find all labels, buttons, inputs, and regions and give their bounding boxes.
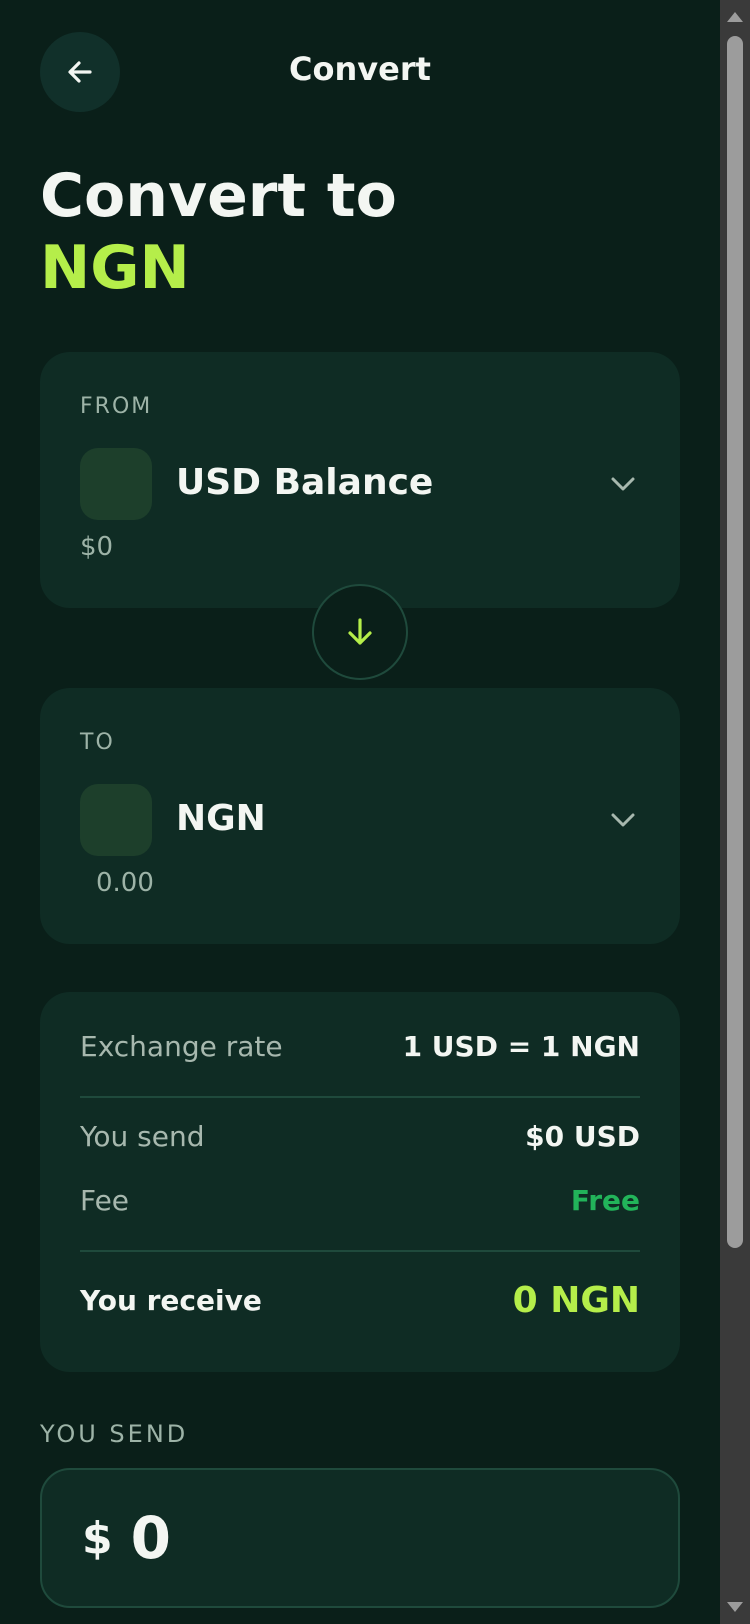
fee-value: Free bbox=[570, 1184, 640, 1217]
divider bbox=[80, 1250, 640, 1252]
divider bbox=[80, 1096, 640, 1098]
from-asset-select[interactable]: USD Balance bbox=[176, 462, 433, 503]
summary-card: Exchange rate 1 USD = 1 NGN You send $0 … bbox=[40, 992, 680, 1372]
fee-label: Fee bbox=[80, 1184, 130, 1217]
chevron-down-icon[interactable] bbox=[608, 810, 638, 830]
from-card: FROM USD Balance $0 bbox=[40, 352, 680, 608]
to-label: TO bbox=[80, 730, 115, 755]
fee-row: Fee Free bbox=[80, 1184, 640, 1217]
amount-value: 0 bbox=[130, 1504, 171, 1572]
to-asset-select[interactable]: NGN bbox=[176, 798, 266, 839]
you-receive-row: You receive 0 NGN bbox=[80, 1280, 640, 1321]
usd-balance-icon bbox=[80, 448, 152, 520]
you-receive-value: 0 NGN bbox=[512, 1280, 640, 1321]
scrollbar[interactable] bbox=[720, 0, 750, 1624]
you-receive-label: You receive bbox=[80, 1284, 262, 1317]
amount-input[interactable]: $ 0 bbox=[40, 1468, 680, 1608]
scrollbar-thumb[interactable] bbox=[727, 36, 743, 1248]
exchange-rate-row: Exchange rate 1 USD = 1 NGN bbox=[80, 1030, 640, 1063]
to-amount: 0.00 bbox=[96, 868, 154, 898]
convert-screen: Convert Convert to NGN FROM USD Balance … bbox=[0, 0, 720, 1624]
you-send-label: You send bbox=[80, 1120, 205, 1153]
from-amount: $0 bbox=[80, 532, 114, 562]
hero-target-currency: NGN bbox=[40, 233, 190, 303]
ngn-icon bbox=[80, 784, 152, 856]
you-send-row: You send $0 USD bbox=[80, 1120, 640, 1153]
hero-heading: Convert to NGN bbox=[40, 160, 397, 304]
currency-symbol: $ bbox=[82, 1512, 113, 1564]
to-card: TO NGN 0.00 bbox=[40, 688, 680, 944]
exchange-rate-value: 1 USD = 1 NGN bbox=[402, 1030, 640, 1063]
scroll-down-icon[interactable] bbox=[727, 1602, 743, 1612]
from-label: FROM bbox=[80, 394, 153, 419]
hero-line-1: Convert to bbox=[40, 161, 397, 231]
arrow-down-icon bbox=[348, 618, 372, 645]
scroll-up-icon[interactable] bbox=[727, 12, 743, 22]
you-send-section-label: YOU SEND bbox=[40, 1420, 189, 1448]
chevron-down-icon[interactable] bbox=[608, 474, 638, 494]
page-title: Convert bbox=[289, 50, 431, 88]
exchange-rate-label: Exchange rate bbox=[80, 1030, 283, 1063]
swap-direction-button[interactable] bbox=[312, 584, 408, 680]
you-send-value: $0 USD bbox=[525, 1120, 640, 1153]
